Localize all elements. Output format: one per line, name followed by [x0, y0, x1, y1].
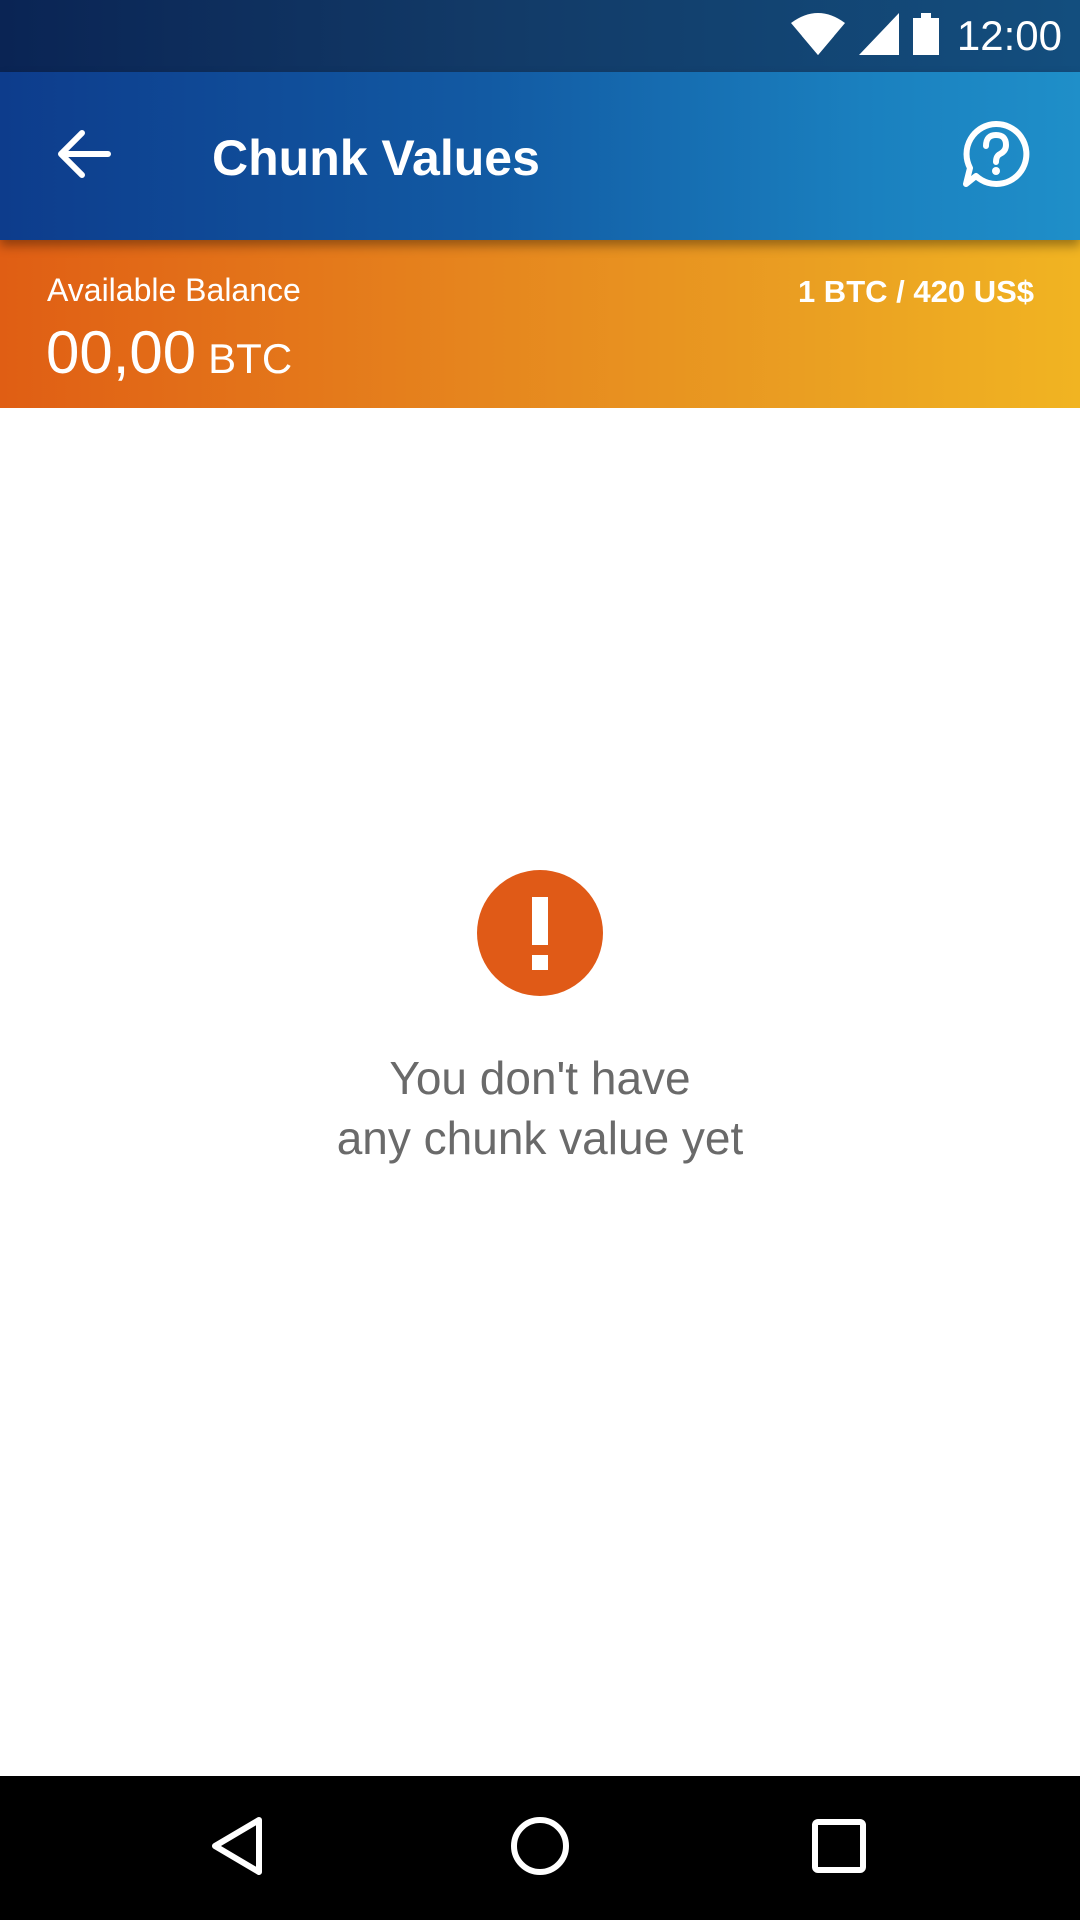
- app-bar: Chunk Values: [0, 72, 1080, 240]
- back-button[interactable]: [44, 116, 124, 196]
- battery-icon: [911, 11, 941, 62]
- balance-label: Available Balance: [47, 272, 301, 308]
- balance-value: 00,00: [46, 319, 197, 386]
- balance-unit: BTC: [208, 335, 293, 382]
- help-circle-icon: [962, 120, 1030, 193]
- navigation-bar: [0, 1776, 1080, 1920]
- nav-back-icon: [207, 1814, 267, 1883]
- screen: 12:00 Chunk Values Available Balance 00,…: [0, 0, 1080, 1920]
- balance-amount: 00,00 BTC: [46, 318, 292, 404]
- status-time: 12:00: [956, 12, 1062, 59]
- status-bar: 12:00: [0, 0, 1080, 72]
- empty-message: You don't have any chunk value yet: [0, 1048, 1080, 1168]
- status-icons: 12:00: [789, 12, 1062, 60]
- wifi-icon: [789, 11, 847, 62]
- nav-recents-button[interactable]: [789, 1798, 889, 1898]
- exclamation-icon: [477, 870, 603, 996]
- cellular-signal-icon: [857, 11, 901, 62]
- empty-state: You don't have any chunk value yet: [0, 870, 1080, 1168]
- nav-home-icon: [509, 1815, 571, 1882]
- exchange-rate: 1 BTC / 420 US$: [797, 274, 1034, 309]
- empty-message-line-2: any chunk value yet: [336, 1112, 744, 1164]
- nav-home-button[interactable]: [490, 1798, 590, 1898]
- help-button[interactable]: [956, 116, 1036, 196]
- arrow-back-icon: [56, 129, 112, 184]
- nav-back-button[interactable]: [187, 1798, 287, 1898]
- empty-message-line-1: You don't have: [389, 1052, 691, 1104]
- balance-banner: Available Balance 00,00 BTC 1 BTC / 420 U…: [0, 240, 1080, 408]
- page-title: Chunk Values: [212, 130, 540, 186]
- nav-recents-icon: [811, 1818, 867, 1879]
